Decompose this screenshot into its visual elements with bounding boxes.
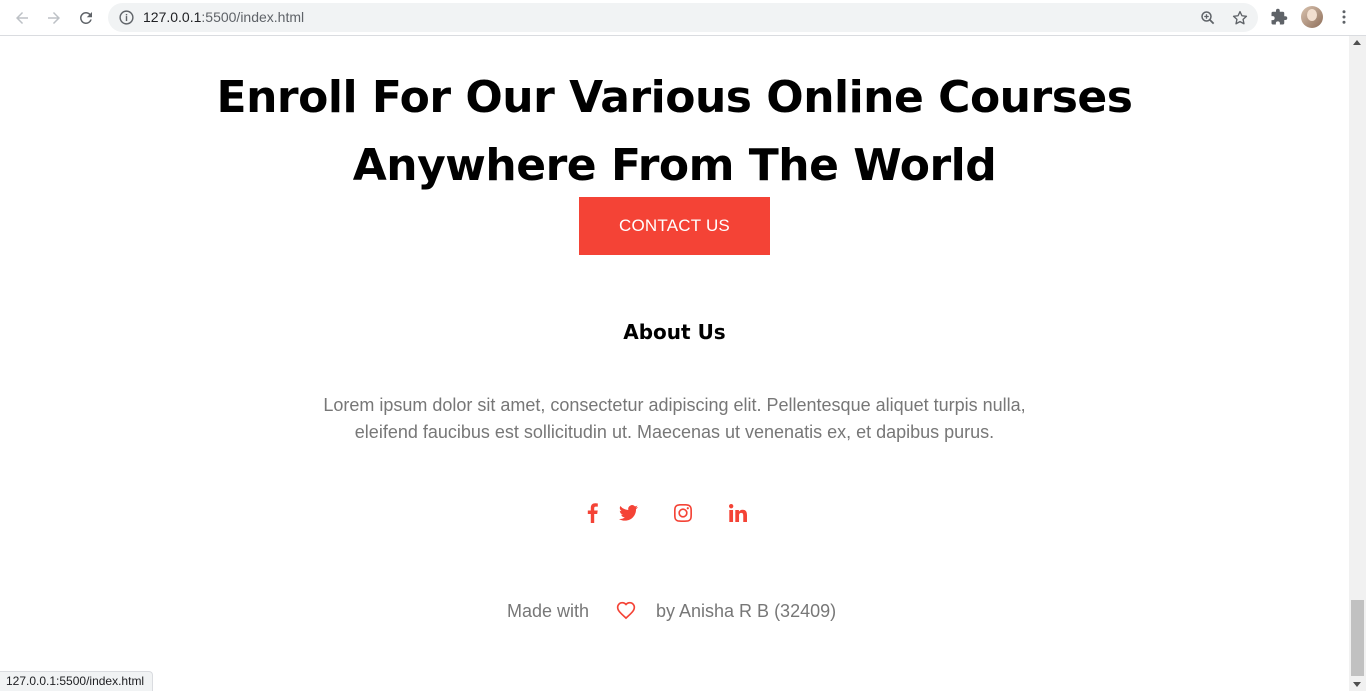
profile-avatar[interactable] bbox=[1301, 6, 1323, 28]
puzzle-icon bbox=[1271, 8, 1288, 25]
reload-button[interactable] bbox=[73, 5, 99, 31]
made-with-text: Made with bbox=[507, 601, 590, 621]
footer: Made with by Anisha R B (32409) bbox=[0, 598, 1349, 626]
more-vertical-icon bbox=[1342, 10, 1346, 24]
vertical-scrollbar[interactable] bbox=[1349, 36, 1366, 691]
url-path: :5500/index.html bbox=[201, 9, 305, 25]
facebook-link[interactable] bbox=[583, 502, 601, 524]
instagram-icon bbox=[674, 504, 692, 522]
instagram-link[interactable] bbox=[672, 502, 694, 524]
about-text-line-1: Lorem ipsum dolor sit amet, consectetur … bbox=[323, 395, 1026, 415]
linkedin-link[interactable] bbox=[727, 502, 749, 524]
url-host: 127.0.0.1 bbox=[143, 9, 202, 25]
url-text: 127.0.0.1:5500/index.html bbox=[143, 9, 304, 25]
heart-icon bbox=[616, 601, 636, 620]
arrow-left-icon bbox=[16, 12, 28, 24]
scrollbar-thumb[interactable] bbox=[1351, 600, 1364, 676]
page-content: Enroll For Our Various Online Courses An… bbox=[0, 36, 1349, 691]
hero-title-line-1: Enroll For Our Various Online Courses bbox=[216, 72, 1133, 123]
extensions-button[interactable] bbox=[1269, 7, 1289, 27]
link-status-bubble: 127.0.0.1:5500/index.html bbox=[0, 671, 154, 691]
forward-button[interactable] bbox=[41, 5, 67, 31]
hero-title: Enroll For Our Various Online Courses An… bbox=[0, 64, 1349, 200]
bookmark-star-icon[interactable] bbox=[1231, 9, 1249, 27]
info-icon[interactable] bbox=[118, 9, 135, 26]
scroll-up-arrow-icon[interactable] bbox=[1353, 40, 1361, 45]
browser-menu-button[interactable] bbox=[1334, 7, 1354, 27]
reload-icon bbox=[79, 11, 92, 24]
linkedin-icon bbox=[729, 504, 747, 522]
about-us-text: Lorem ipsum dolor sit amet, consectetur … bbox=[274, 392, 1075, 446]
hero-title-line-2: Anywhere From The World bbox=[352, 140, 997, 191]
twitter-link[interactable] bbox=[617, 502, 639, 524]
address-bar[interactable]: 127.0.0.1:5500/index.html bbox=[108, 3, 1258, 32]
contact-us-button[interactable]: CONTACT US bbox=[579, 197, 770, 255]
browser-toolbar: 127.0.0.1:5500/index.html bbox=[0, 0, 1366, 36]
twitter-icon bbox=[618, 505, 638, 521]
about-us-heading: About Us bbox=[623, 320, 726, 344]
zoom-icon[interactable] bbox=[1199, 9, 1217, 27]
scroll-down-arrow-icon[interactable] bbox=[1353, 682, 1361, 687]
facebook-icon bbox=[587, 503, 598, 523]
about-text-line-2: eleifend faucibus est sollicitudin ut. M… bbox=[354, 422, 995, 442]
arrow-right-icon bbox=[48, 12, 60, 24]
back-button[interactable] bbox=[9, 5, 35, 31]
author-credit: by Anisha R B (32409) bbox=[656, 601, 837, 621]
